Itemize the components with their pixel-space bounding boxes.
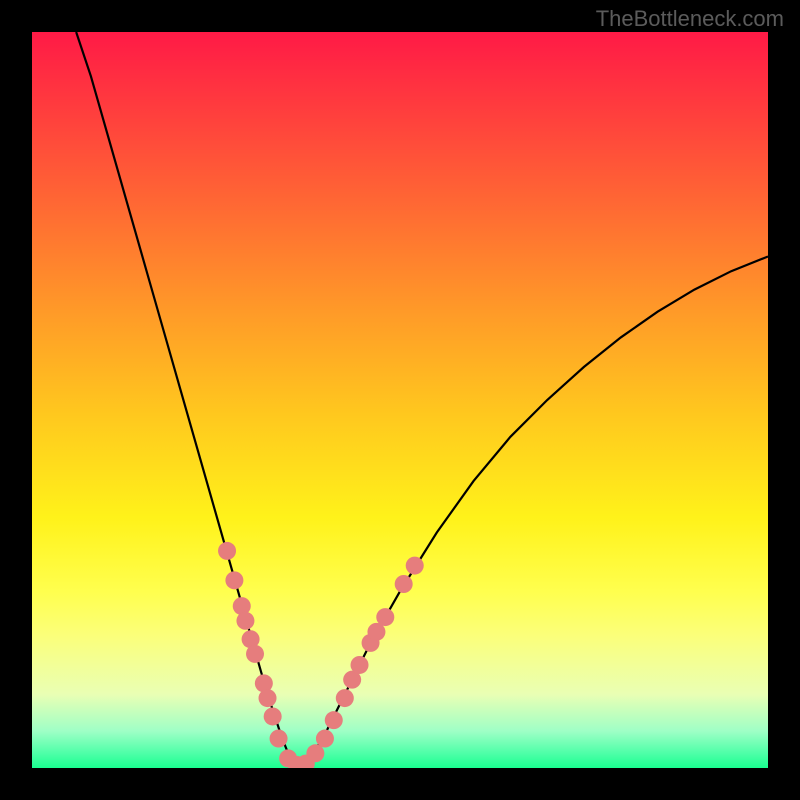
curve-marker	[395, 575, 413, 593]
curve-marker	[218, 542, 236, 560]
curve-marker	[376, 608, 394, 626]
chart-plot-area	[32, 32, 768, 768]
curve-marker	[270, 730, 288, 748]
curve-marker	[259, 689, 277, 707]
curve-marker	[225, 571, 243, 589]
curve-marker	[406, 557, 424, 575]
watermark-text: TheBottleneck.com	[596, 6, 784, 32]
bottleneck-chart-svg	[32, 32, 768, 768]
curve-marker	[306, 744, 324, 762]
curve-marker	[316, 730, 334, 748]
curve-marker	[336, 689, 354, 707]
curve-marker	[236, 612, 254, 630]
curve-marker	[246, 645, 264, 663]
curve-marker	[264, 707, 282, 725]
curve-marker-group	[218, 542, 424, 768]
bottleneck-curve-line	[76, 32, 768, 765]
curve-marker	[325, 711, 343, 729]
curve-marker	[351, 656, 369, 674]
